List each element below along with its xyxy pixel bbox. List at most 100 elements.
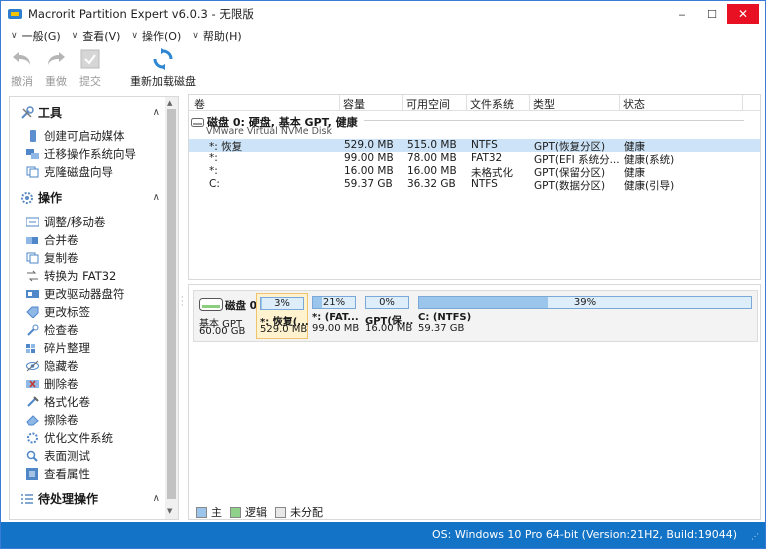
volume-list: 卷 容量 可用空间 文件系统 类型 状态 磁盘 0: 硬盘, 基本 GPT, 健… (188, 94, 761, 280)
col-capacity[interactable]: 容量 (343, 96, 365, 112)
chevron-down-icon: ∨ (11, 31, 18, 41)
app-window: Macrorit Partition Expert v6.0.3 - 无限版 ‒… (0, 0, 766, 549)
tag-icon (26, 306, 39, 319)
partition-c[interactable]: 39% C: (NTFS) 59.37 GB (415, 293, 755, 339)
sidebar-item-surface-test[interactable]: 表面测试 (26, 448, 90, 464)
legend-logical: 逻辑 (230, 504, 267, 520)
chevron-down-icon: ∨ (71, 31, 79, 41)
chevron-up-icon[interactable]: ∧ (153, 192, 160, 203)
sidebar-item-resize-volume[interactable]: 调整/移动卷 (26, 214, 105, 230)
checkbox-icon (80, 47, 100, 71)
disk-map: 磁盘 0 基本 GPT 60.00 GB 3% *: 恢复(... 529.0 … (193, 290, 758, 342)
sidebar-item-wipe-volume[interactable]: 擦除卷 (26, 412, 79, 428)
menu-operations[interactable]: ∨ 操作(O) (131, 28, 181, 44)
col-volume[interactable]: 卷 (194, 96, 205, 112)
sidebar-item-migrate-os[interactable]: 迁移操作系统向导 (26, 146, 136, 162)
legend-unallocated: 未分配 (275, 504, 323, 520)
resize-grip-icon[interactable]: ⋰ (751, 532, 759, 541)
usb-drive-icon (26, 130, 39, 143)
sidebar-item-properties[interactable]: 查看属性 (26, 466, 90, 482)
merge-icon (26, 234, 39, 247)
partition-recovery[interactable]: 3% *: 恢复(... 529.0 MB (256, 293, 308, 339)
resize-grip[interactable]: ..... (469, 276, 483, 279)
convert-icon (26, 270, 39, 283)
status-bar: OS: Windows 10 Pro 64-bit (Version:21H2,… (1, 522, 765, 548)
drive-letter-icon (26, 288, 39, 301)
optimize-gear-icon (26, 432, 39, 445)
table-row[interactable]: *: 99.00 MB 78.00 MB FAT32 GPT(EFI 系统分..… (189, 152, 760, 166)
table-row[interactable]: C: 59.37 GB 36.32 GB NTFS GPT(数据分区) 健康(引… (189, 178, 760, 192)
sidebar-item-hide-volume[interactable]: 隐藏卷 (26, 358, 79, 374)
pending-section-header[interactable]: 待处理操作 ∧ (20, 490, 160, 507)
gear-icon (20, 191, 34, 205)
sidebar-item-defrag[interactable]: 碎片整理 (26, 340, 90, 356)
chevron-down-icon: ∨ (192, 31, 199, 41)
sidebar-item-merge-volume[interactable]: 合并卷 (26, 232, 79, 248)
sidebar-item-clone-disk[interactable]: 克隆磁盘向导 (26, 164, 113, 180)
chevron-up-icon[interactable]: ∧ (153, 107, 160, 118)
panel-splitter[interactable]: · · · (179, 96, 187, 520)
properties-icon (26, 468, 39, 481)
window-controls: ‒ ☐ ✕ (667, 4, 759, 24)
sidebar-item-delete-volume[interactable]: 删除卷 (26, 376, 79, 392)
splitter-grip-icon: · · · (181, 293, 184, 310)
redo-icon (45, 47, 67, 71)
partition-reserved[interactable]: 0% GPT(保... 16.00 MB (362, 293, 414, 339)
column-header: 卷 容量 可用空间 文件系统 类型 状态 (189, 95, 760, 112)
window-title: Macrorit Partition Expert v6.0.3 - 无限版 (28, 7, 254, 21)
disk-map-disk[interactable]: 磁盘 0 基本 GPT 60.00 GB (197, 294, 257, 338)
scroll-up-icon[interactable]: ▲ (167, 99, 172, 107)
disk-icon (199, 298, 223, 311)
wrench-icon (26, 324, 39, 337)
sidebar-item-optimize-fs[interactable]: 优化文件系统 (26, 430, 113, 446)
col-status[interactable]: 状态 (623, 96, 645, 112)
sidebar: 工具 ∧ 创建可启动媒体 迁移操作系统向导 克隆磁盘向导 操作 ∧ 调整/移动卷… (9, 96, 179, 520)
col-file-system[interactable]: 文件系统 (470, 96, 514, 112)
menu-bar: ∨ 一般(G) ∨ 查看(V) ∨ 操作(O) ∨ 帮助(H) (1, 27, 253, 45)
menu-help[interactable]: ∨ 帮助(H) (192, 28, 241, 44)
chevron-down-icon: ∨ (131, 31, 138, 41)
sidebar-scrollbar[interactable]: ▲ ▼ (165, 97, 178, 519)
resize-icon (26, 216, 39, 229)
commit-button[interactable]: 提交 (77, 47, 103, 91)
tools-icon (20, 105, 34, 120)
undo-button[interactable]: 撤消 (9, 47, 35, 91)
close-button[interactable]: ✕ (727, 4, 759, 24)
toolbar: 撤消 重做 提交 重新加载磁盘 (1, 47, 223, 91)
tools-section-header[interactable]: 工具 ∧ (20, 104, 160, 121)
operations-section-header[interactable]: 操作 ∧ (20, 189, 160, 206)
eraser-icon (26, 414, 39, 427)
refresh-icon (152, 47, 174, 71)
disk-model: VMware Virtual NVMe Disk (206, 126, 332, 137)
reload-disk-button[interactable]: 重新加载磁盘 (111, 47, 215, 91)
delete-icon (26, 378, 39, 391)
copy-icon (26, 252, 39, 265)
menu-view[interactable]: ∨ 查看(V) (72, 28, 121, 44)
maximize-button[interactable]: ☐ (697, 4, 727, 24)
partition-efi[interactable]: 21% *: (FAT... 99.00 MB (309, 293, 361, 339)
sidebar-item-change-drive-letter[interactable]: 更改驱动器盘符 (26, 286, 125, 302)
sidebar-item-copy-volume[interactable]: 复制卷 (26, 250, 79, 266)
disk-map-panel: 磁盘 0 基本 GPT 60.00 GB 3% *: 恢复(... 529.0 … (188, 284, 761, 520)
sidebar-item-check-volume[interactable]: 检查卷 (26, 322, 79, 338)
table-row[interactable]: *: 16.00 MB 16.00 MB 未格式化 GPT(保留分区) 健康 (189, 165, 760, 179)
sidebar-item-bootable-media[interactable]: 创建可启动媒体 (26, 128, 125, 144)
minimize-button[interactable]: ‒ (667, 4, 697, 24)
col-type[interactable]: 类型 (533, 96, 555, 112)
table-row[interactable]: *: 恢复 529.0 MB 515.0 MB NTFS GPT(恢复分区) 健… (189, 139, 760, 153)
menu-general[interactable]: ∨ 一般(G) (11, 28, 61, 44)
defrag-icon (26, 342, 39, 355)
clone-icon (26, 166, 39, 179)
format-brush-icon (26, 396, 39, 409)
sidebar-item-format-volume[interactable]: 格式化卷 (26, 394, 90, 410)
scroll-down-icon[interactable]: ▼ (167, 507, 172, 515)
sidebar-item-convert-fat32[interactable]: 转换为 FAT32 (26, 268, 116, 284)
os-info: OS: Windows 10 Pro 64-bit (Version:21H2,… (431, 528, 737, 541)
title-bar: Macrorit Partition Expert v6.0.3 - 无限版 ‒… (1, 1, 765, 27)
sidebar-item-change-label[interactable]: 更改标签 (26, 304, 90, 320)
scrollbar-thumb[interactable] (167, 109, 176, 499)
chevron-up-icon[interactable]: ∧ (153, 493, 160, 504)
col-free-space[interactable]: 可用空间 (406, 96, 450, 112)
app-logo-icon (8, 7, 22, 21)
redo-button[interactable]: 重做 (43, 47, 69, 91)
